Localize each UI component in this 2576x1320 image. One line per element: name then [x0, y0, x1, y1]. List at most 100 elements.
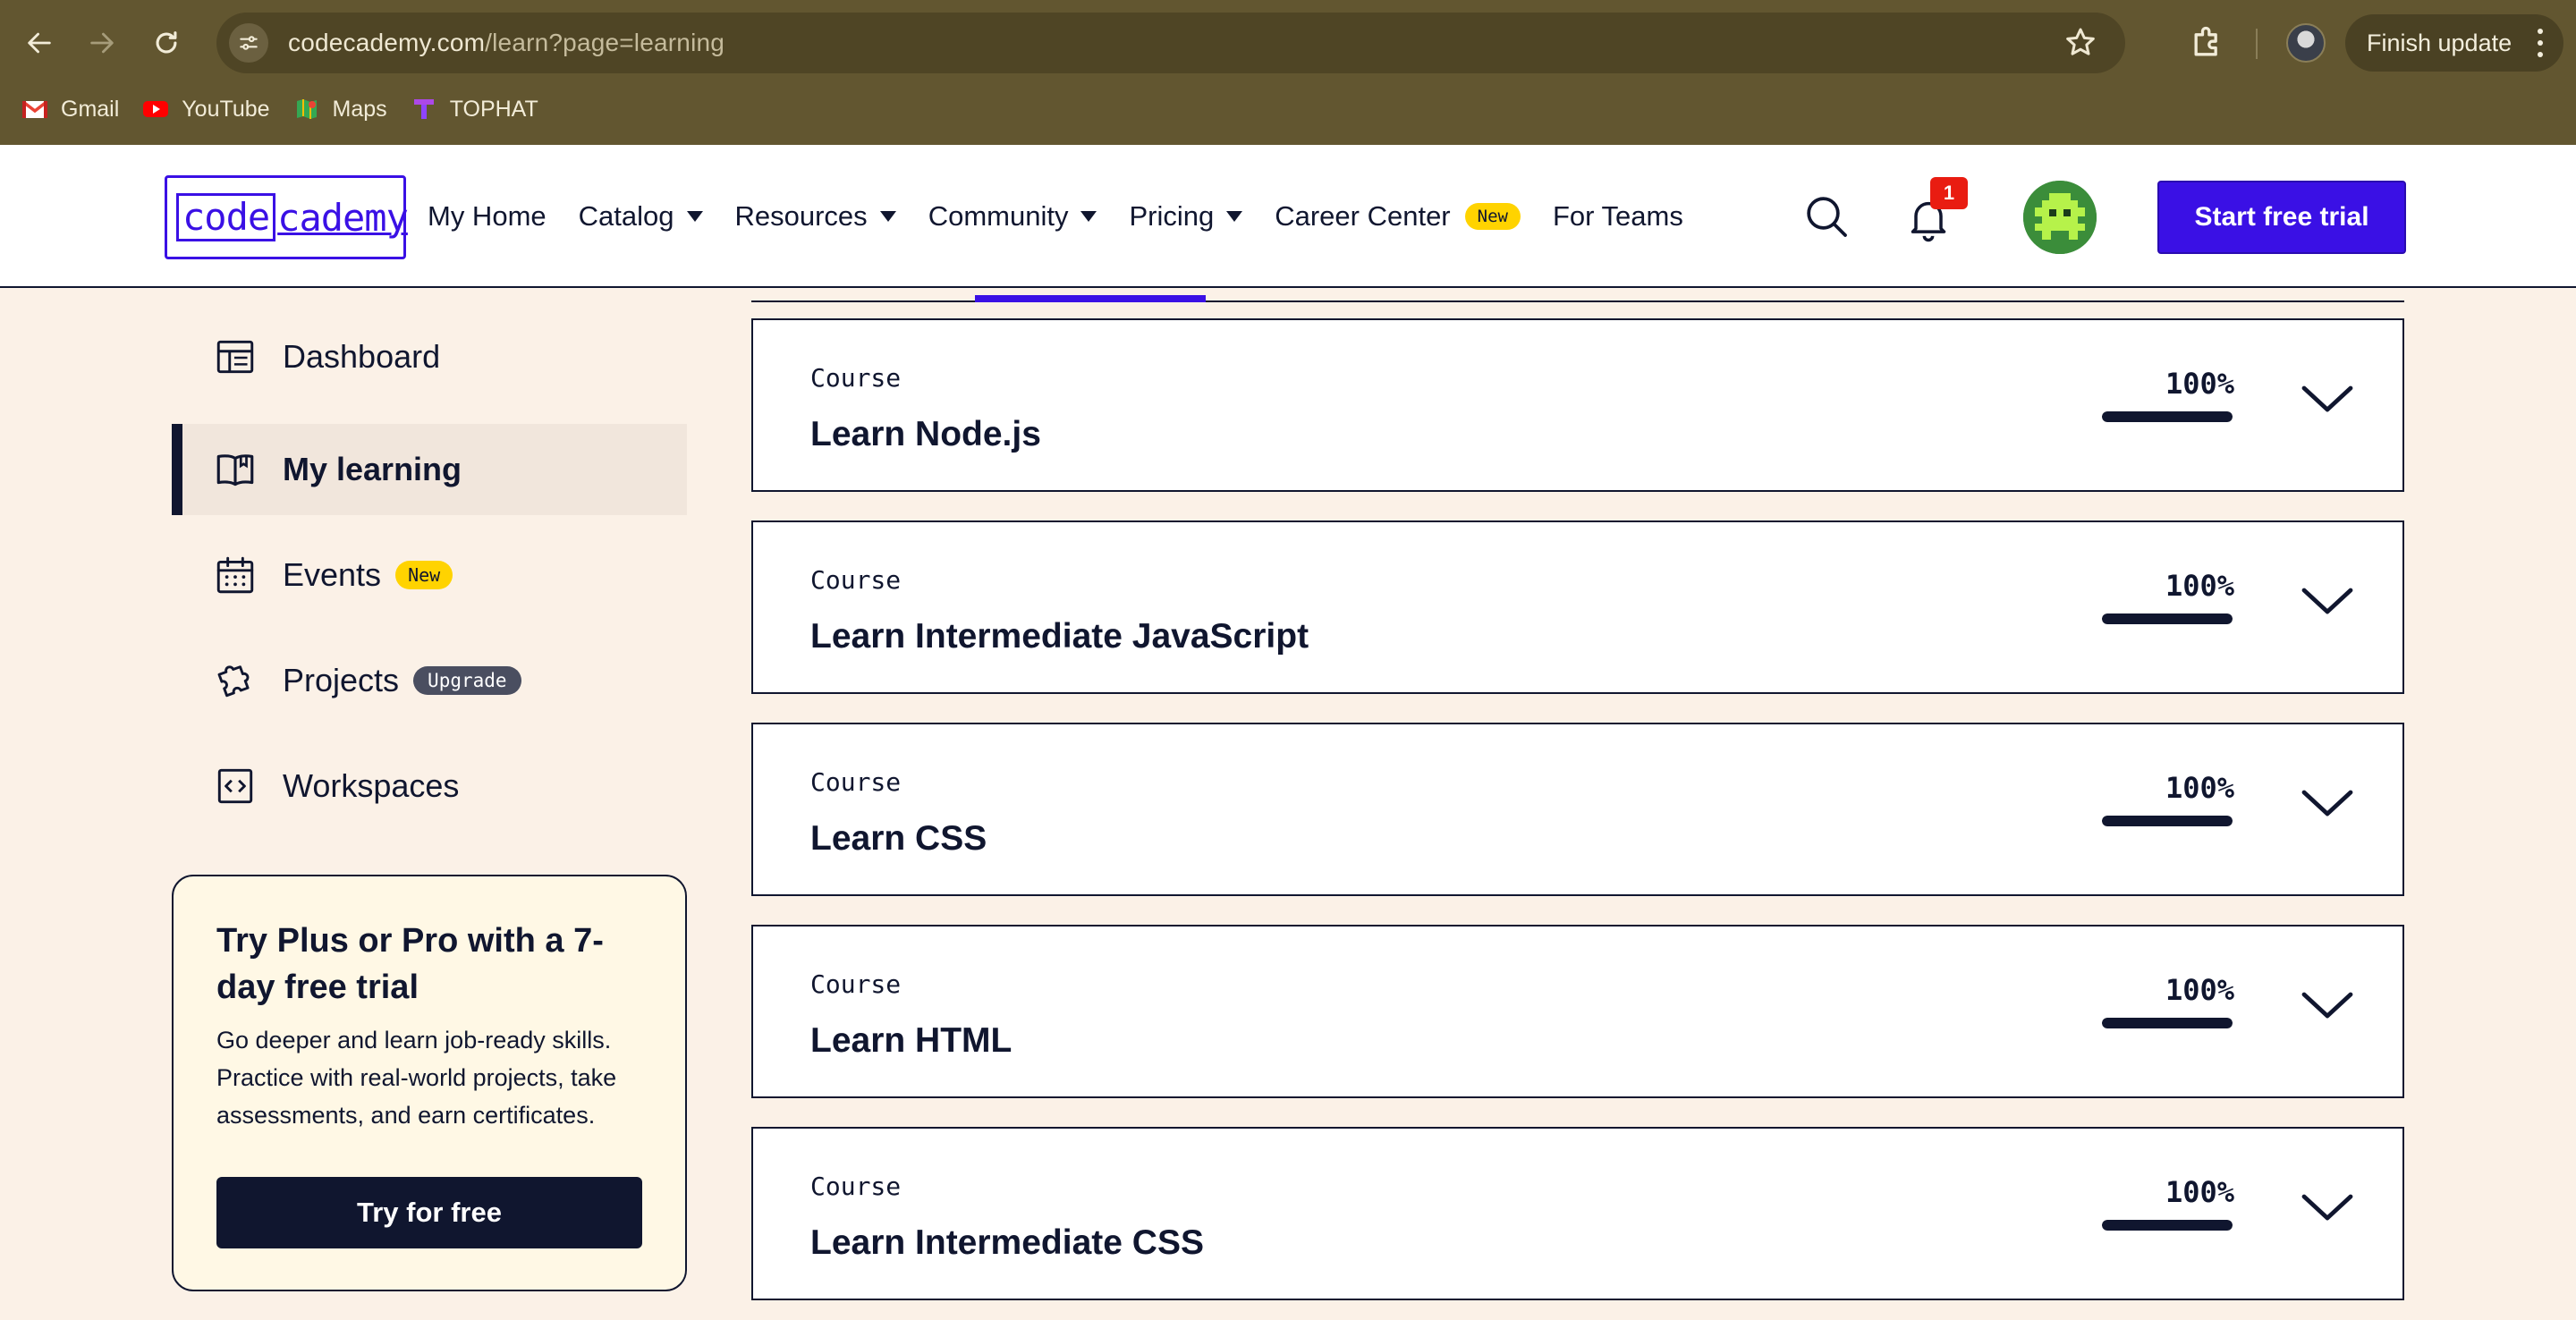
code-brackets-icon	[217, 768, 253, 804]
puzzle-icon	[217, 665, 250, 698]
avatar[interactable]	[2023, 181, 2097, 254]
toolbar-divider	[2256, 29, 2258, 59]
course-card[interactable]: Course Learn CSS 100%	[751, 723, 2404, 896]
course-progress-bar	[2102, 613, 2233, 624]
course-progress-percent: 100%	[2165, 367, 2234, 401]
calendar-icon	[216, 556, 254, 594]
chevron-down-icon[interactable]	[2301, 785, 2354, 821]
caret-down-icon	[1080, 211, 1097, 222]
sidebar-item-my-learning[interactable]: My learning	[172, 424, 687, 515]
gmail-icon	[21, 100, 48, 118]
forward-button[interactable]	[77, 18, 127, 68]
book-icon	[216, 454, 254, 487]
course-title: Learn Intermediate CSS	[810, 1223, 1204, 1262]
youtube-icon	[143, 101, 169, 117]
nav-label: Resources	[734, 200, 868, 232]
nav-for-teams[interactable]: For Teams	[1553, 200, 1683, 233]
logo-cademy: cademy	[277, 195, 409, 240]
sidebar-item-dashboard[interactable]: Dashboard	[172, 311, 687, 402]
search-icon[interactable]	[1801, 191, 1852, 241]
bookmark-gmail[interactable]: Gmail	[21, 97, 119, 123]
course-card[interactable]: Course Learn Node.js 100%	[751, 318, 2404, 492]
sidebar-item-workspaces[interactable]: Workspaces	[172, 740, 687, 832]
arrow-right-icon	[90, 32, 114, 54]
nav-catalog[interactable]: Catalog	[579, 200, 703, 233]
nav-label: My Home	[428, 200, 547, 232]
course-card[interactable]: Course Learn Intermediate CSS 100%	[751, 1127, 2404, 1300]
nav-career-center[interactable]: Career Center New	[1275, 200, 1521, 233]
bookmark-label: Maps	[332, 96, 387, 122]
chevron-down-icon[interactable]	[2301, 381, 2354, 417]
tune-icon	[240, 36, 258, 50]
nav-resources[interactable]: Resources	[735, 200, 896, 233]
upgrade-badge: Upgrade	[413, 666, 521, 695]
chevron-down-icon[interactable]	[2301, 583, 2354, 619]
course-progress-fill	[2102, 411, 2233, 422]
arrow-left-icon	[28, 32, 51, 54]
bookmark-label: TOPHAT	[449, 96, 538, 122]
course-title: Learn Intermediate JavaScript	[810, 617, 1309, 656]
course-kind: Course	[810, 363, 902, 393]
url-text: codecademy.com/learn?page=learning	[288, 29, 724, 57]
bookmark-label: YouTube	[182, 96, 270, 122]
site-info-button[interactable]	[229, 23, 268, 63]
course-card[interactable]: Course Learn HTML 100%	[751, 925, 2404, 1098]
reload-button[interactable]	[141, 18, 191, 68]
chevron-down-icon[interactable]	[2301, 987, 2354, 1023]
bookmark-star-icon[interactable]	[2063, 25, 2098, 61]
sidebar-item-projects[interactable]: Projects Upgrade	[172, 635, 687, 726]
finish-update-button[interactable]: Finish update	[2345, 14, 2563, 72]
sidebar-item-label: Events	[283, 556, 382, 593]
browser-chrome: codecademy.com/learn?page=learning Finis…	[0, 0, 2576, 145]
caret-down-icon	[879, 211, 896, 222]
chevron-down-icon[interactable]	[2301, 1189, 2354, 1225]
course-title: Learn HTML	[810, 1021, 1013, 1060]
course-kind: Course	[810, 969, 902, 999]
course-card[interactable]: Course Learn Intermediate JavaScript 100…	[751, 520, 2404, 694]
nav-community[interactable]: Community	[928, 200, 1097, 233]
start-free-trial-button[interactable]: Start free trial	[2157, 181, 2406, 254]
sidebar-item-events[interactable]: Events New	[172, 529, 687, 621]
course-kind: Course	[810, 767, 902, 797]
free-trial-promo-card: Try Plus or Pro with a 7-day free trial …	[172, 875, 687, 1291]
back-button[interactable]	[14, 18, 64, 68]
course-progress-percent: 100%	[2165, 973, 2234, 1007]
course-progress-fill	[2102, 1018, 2233, 1028]
site-header: code cademy My Home Catalog Resources Com…	[0, 145, 2576, 288]
course-title: Learn CSS	[810, 819, 987, 858]
course-progress-fill	[2102, 816, 2233, 826]
bookmark-youtube[interactable]: YouTube	[142, 96, 270, 123]
nav-my-home[interactable]: My Home	[428, 200, 547, 233]
maps-icon	[296, 99, 317, 119]
notification-count-badge: 1	[1930, 177, 1968, 209]
sidebar-item-label: Projects	[283, 662, 400, 698]
nav-label: Community	[928, 200, 1069, 232]
more-menu-icon	[2537, 29, 2544, 57]
extensions-icon[interactable]	[2188, 23, 2227, 63]
course-progress-bar	[2102, 411, 2233, 422]
course-progress-fill	[2102, 613, 2233, 624]
address-bar[interactable]: codecademy.com/learn?page=learning	[216, 13, 2125, 73]
codecademy-logo[interactable]: code cademy	[165, 175, 409, 259]
browser-profile-avatar[interactable]	[2286, 23, 2326, 63]
course-progress-bar	[2102, 1220, 2233, 1231]
url-path: /learn?page=learning	[485, 29, 725, 56]
pixel-alien-avatar-icon	[2023, 181, 2097, 254]
bookmark-maps[interactable]: Maps	[293, 97, 387, 123]
bookmark-label: Gmail	[61, 96, 120, 122]
sidebar-item-label: Workspaces	[283, 767, 460, 804]
caret-down-icon	[686, 211, 703, 222]
nav-label: Career Center	[1275, 200, 1451, 232]
new-badge: New	[395, 561, 453, 589]
bookmark-tophat[interactable]: TOPHAT	[411, 97, 538, 123]
sidebar-item-label: My learning	[283, 451, 462, 487]
nav-pricing[interactable]: Pricing	[1129, 200, 1243, 233]
bookmarks-bar: Gmail YouTube Maps TOPHAT	[0, 89, 894, 129]
try-for-free-button[interactable]: Try for free	[216, 1177, 642, 1248]
finish-update-label: Finish update	[2367, 29, 2512, 56]
main-nav: My Home Catalog Resources Community Pric…	[428, 195, 1716, 238]
reload-icon	[156, 31, 177, 54]
course-progress-percent: 100%	[2165, 1175, 2234, 1209]
course-kind: Course	[810, 565, 902, 595]
course-progress-bar	[2102, 1018, 2233, 1028]
